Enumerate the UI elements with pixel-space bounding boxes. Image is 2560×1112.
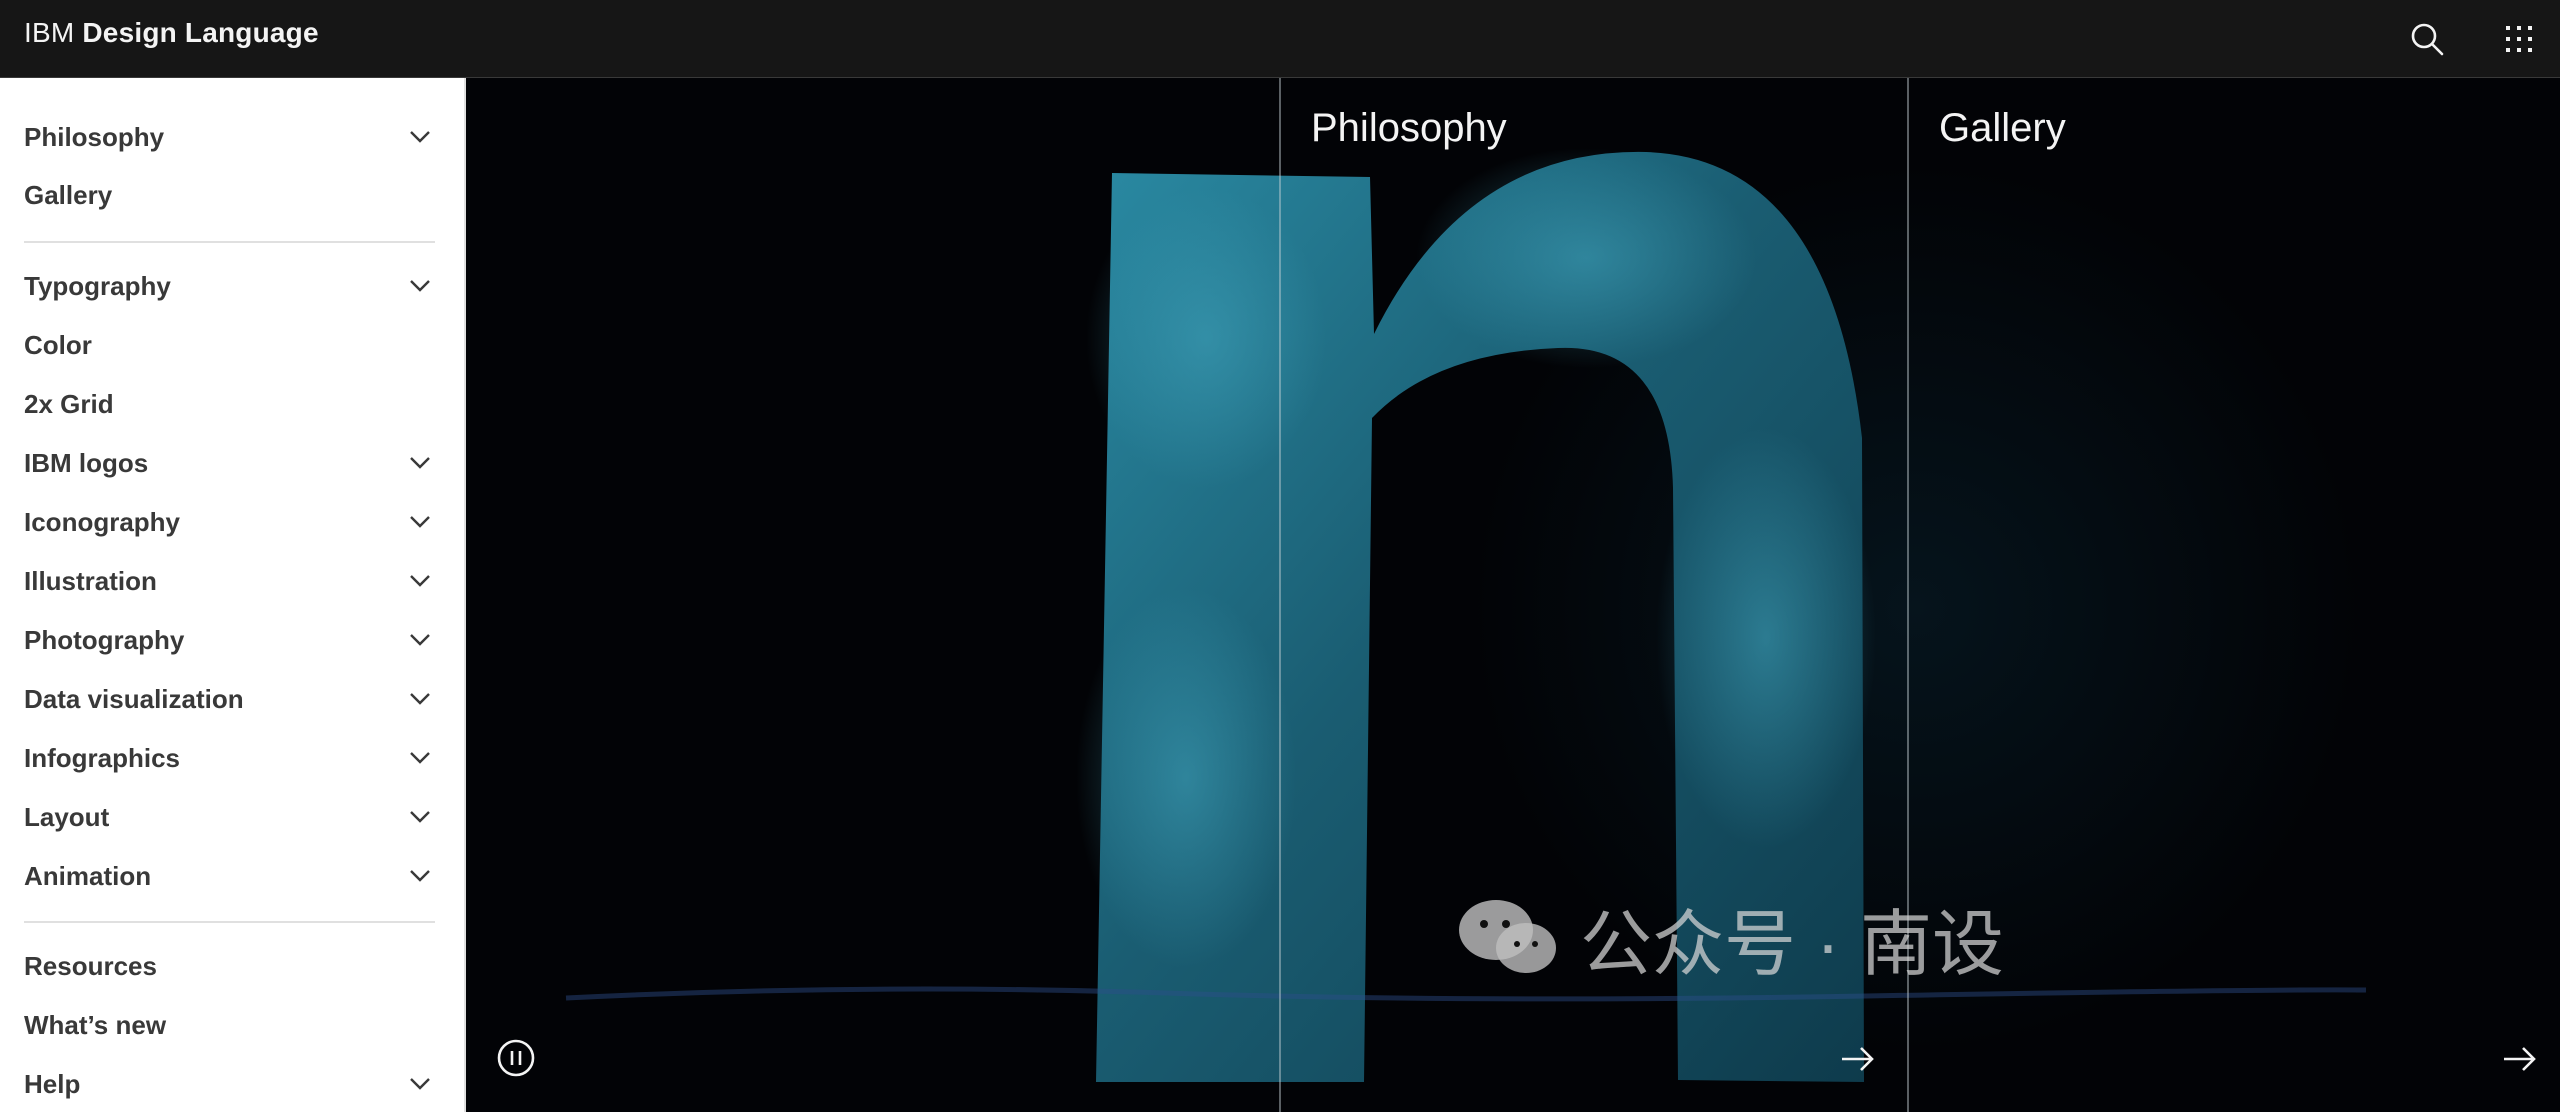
chevron-down-icon (410, 131, 430, 143)
side-navigation: Philosophy Gallery Typography Color 2x G… (0, 78, 466, 1112)
philosophy-arrow-link[interactable] (1838, 1039, 1878, 1079)
nav-item-help[interactable]: Help (24, 1058, 435, 1110)
panel-title-philosophy[interactable]: Philosophy (1311, 106, 1507, 151)
nav-item-animation[interactable]: Animation (24, 850, 435, 902)
pause-icon (497, 1039, 535, 1077)
nav-item-philosophy[interactable]: Philosophy (24, 111, 435, 163)
app-switcher-icon (2506, 26, 2532, 52)
nav-item-gallery[interactable]: Gallery (24, 169, 435, 221)
search-button[interactable] (2388, 0, 2466, 78)
chevron-down-icon (410, 634, 430, 646)
nav-item-2x-grid[interactable]: 2x Grid (24, 378, 435, 430)
nav-item-whats-new[interactable]: What’s new (24, 999, 435, 1051)
search-icon (2411, 23, 2444, 56)
nav-item-label: Animation (24, 860, 152, 891)
chevron-down-icon (410, 1078, 430, 1090)
wechat-icon (1459, 899, 1556, 973)
brand-logo[interactable]: IBM Design Language (24, 17, 319, 49)
panel-divider (1279, 78, 1281, 1112)
nav-item-label: Help (24, 1068, 81, 1099)
nav-item-color[interactable]: Color (24, 319, 435, 371)
nav-item-iconography[interactable]: Iconography (24, 496, 435, 548)
nav-item-label: Gallery (24, 179, 113, 210)
nav-item-label: Illustration (24, 565, 157, 596)
chevron-down-icon (410, 457, 430, 469)
nav-item-photography[interactable]: Photography (24, 614, 435, 666)
nav-item-label: Resources (24, 950, 157, 981)
panel-title-gallery[interactable]: Gallery (1939, 106, 2066, 151)
chevron-down-icon (410, 870, 430, 882)
nav-item-label: Photography (24, 624, 185, 655)
pause-button[interactable] (496, 1038, 536, 1078)
chevron-down-icon (410, 693, 430, 705)
arrow-right-icon (2504, 1047, 2536, 1071)
top-header: IBM Design Language (0, 0, 2560, 78)
chevron-down-icon (410, 575, 430, 587)
nav-item-label: 2x Grid (24, 388, 114, 419)
brand-name: Design Language (82, 17, 319, 48)
nav-item-label: Iconography (24, 506, 181, 537)
watermark-text: 公众号 · 南设 (1580, 905, 2004, 985)
nav-item-label: Philosophy (24, 121, 165, 152)
nav-item-illustration[interactable]: Illustration (24, 555, 435, 607)
nav-divider (24, 921, 435, 923)
chevron-down-icon (410, 811, 430, 823)
nav-item-label: IBM logos (24, 447, 149, 478)
chevron-down-icon (410, 280, 430, 292)
nav-item-layout[interactable]: Layout (24, 791, 435, 843)
brand-prefix: IBM (24, 17, 75, 48)
nav-item-resources[interactable]: Resources (24, 940, 435, 992)
app-switcher-button[interactable] (2480, 0, 2558, 78)
nav-item-ibm-logos[interactable]: IBM logos (24, 437, 435, 489)
nav-item-label: What’s new (24, 1009, 167, 1040)
nav-divider (24, 241, 435, 243)
nav-item-label: Data visualization (24, 683, 244, 714)
arrow-right-icon (1842, 1047, 1874, 1071)
nav-item-infographics[interactable]: Infographics (24, 732, 435, 784)
chevron-down-icon (410, 516, 430, 528)
nav-item-label: Infographics (24, 742, 181, 773)
nav-item-label: Typography (24, 270, 171, 301)
watermark: 公众号 · 南设 (1456, 885, 2004, 990)
nav-item-data-visualization[interactable]: Data visualization (24, 673, 435, 725)
nav-item-label: Color (24, 329, 92, 360)
chevron-down-icon (410, 752, 430, 764)
gallery-arrow-link[interactable] (2500, 1039, 2540, 1079)
nav-item-typography[interactable]: Typography (24, 260, 435, 312)
nav-item-label: Layout (24, 801, 110, 832)
